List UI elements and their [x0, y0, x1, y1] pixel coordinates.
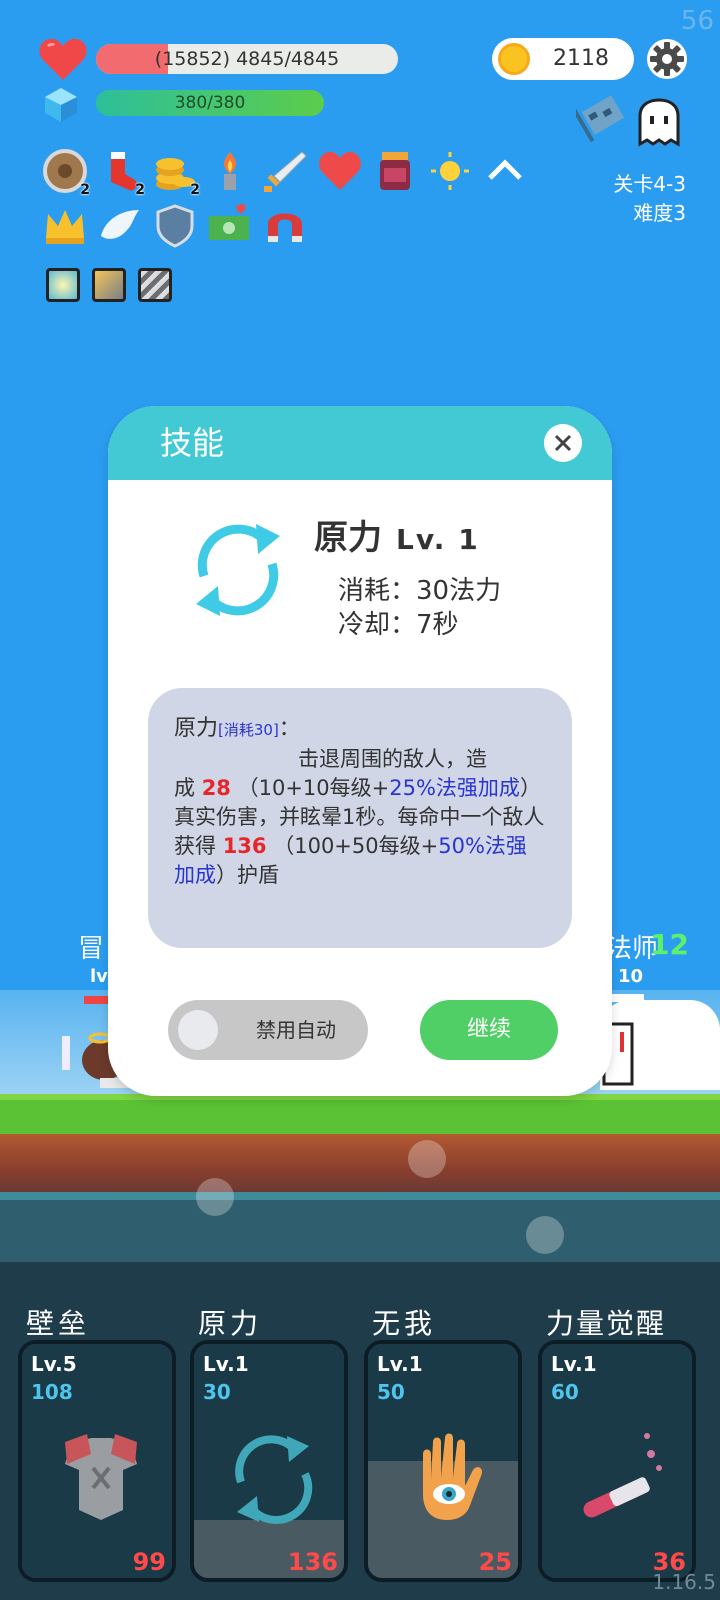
sword-icon[interactable]	[262, 148, 308, 194]
chip-row	[46, 268, 172, 302]
skill-label: 无我	[372, 1307, 437, 1340]
skill-card-mana: 60	[551, 1380, 579, 1404]
skill-label: 壁垒	[26, 1307, 91, 1340]
skill-card-level: Lv.1	[203, 1352, 249, 1376]
bubble	[408, 1140, 446, 1178]
skill-card-force[interactable]: Lv.1 30 136	[190, 1340, 348, 1582]
desc-p5: ）护盾	[216, 863, 279, 887]
skill-card-power-awaken[interactable]: Lv.1 60 36	[538, 1340, 696, 1582]
skill-title: 原力 Lv. 1	[314, 510, 480, 559]
settings-gear-icon[interactable]	[646, 38, 688, 80]
enemy-count: 12	[650, 928, 689, 961]
blade-chip-icon[interactable]	[138, 268, 172, 302]
hp-text: (15852) 4845/4845	[154, 48, 340, 70]
skill-card-mana: 50	[377, 1380, 405, 1404]
collapse-chevron-up-icon[interactable]	[482, 148, 528, 194]
skill-cost: 消耗：30法力	[338, 576, 502, 606]
coins-icon[interactable]: 2	[152, 148, 200, 198]
desc-p1: 成	[174, 776, 195, 800]
skill-card-value: 136	[287, 1548, 338, 1576]
light-chip-icon[interactable]	[46, 268, 80, 302]
skill-card-level: Lv.1	[377, 1352, 423, 1376]
desc-colon: ：	[278, 716, 300, 740]
mana-gem-icon	[45, 88, 77, 122]
flag-icon[interactable]	[576, 96, 630, 146]
stage-level: 关卡4-3	[613, 172, 686, 196]
armor-chip-icon[interactable]	[92, 268, 126, 302]
cash-icon[interactable]	[207, 202, 253, 248]
skill-label: 原力	[198, 1307, 263, 1340]
coin-icon	[498, 43, 530, 75]
toggle-label: 禁用自动	[256, 1018, 336, 1042]
enemy-level: 10	[618, 966, 644, 987]
shield-icon[interactable]	[152, 202, 198, 248]
jam-jar-icon[interactable]	[372, 148, 418, 194]
skill-description: 原力[消耗30]： 击退周围的敌人，造 成 28 （10+10每级+25%法强加…	[148, 688, 572, 948]
desc-p2: （10+10每级+	[237, 776, 390, 800]
toggle-knob[interactable]	[178, 1010, 218, 1050]
hero-level: lv	[90, 966, 108, 987]
stage-info: 关卡4-3 难度3	[613, 170, 686, 228]
armor-icon	[65, 1434, 137, 1520]
torch-icon[interactable]	[207, 148, 253, 194]
skill-card-level: Lv.5	[31, 1352, 77, 1376]
buff-row-2	[42, 202, 308, 248]
skill-card-value: 25	[478, 1548, 512, 1576]
fps-counter: 56	[680, 6, 714, 36]
ground-dirt	[0, 1134, 720, 1192]
skill-card-selfless[interactable]: Lv.1 50 25	[364, 1340, 522, 1582]
skill-label: 力量觉醒	[546, 1307, 667, 1340]
skill-stats: 消耗：30法力 冷却：7秒	[338, 574, 501, 642]
desc-cost-tag: [消耗30]	[218, 721, 279, 739]
skill-card-value: 99	[132, 1548, 166, 1576]
disable-auto-toggle[interactable]: 禁用自动	[168, 1000, 368, 1060]
desc-skill-name: 原力	[174, 716, 219, 741]
potion-icon	[583, 1433, 662, 1518]
skill-card-bulwark[interactable]: Lv.5 108 99	[18, 1340, 176, 1582]
buff-count: 2	[80, 182, 90, 198]
desc-shield-value: 136	[222, 834, 267, 858]
sock-icon[interactable]: 2	[97, 148, 145, 198]
buff-count: 2	[190, 182, 200, 198]
hp-bar: (15852) 4845/4845	[96, 44, 398, 74]
hand-eye-icon	[423, 1433, 483, 1520]
gold-counter: 2118	[492, 38, 634, 80]
skill-level: Lv. 1	[396, 523, 480, 556]
force-cycle-icon	[235, 1435, 313, 1524]
dialog-title: 技能	[108, 406, 612, 480]
skill-cooldown: 冷却：7秒	[338, 610, 459, 640]
hero-name: 冒	[78, 934, 105, 964]
desc-damage-value: 28	[201, 776, 231, 800]
skill-name: 原力	[314, 518, 382, 558]
skill-card-mana: 108	[31, 1380, 73, 1404]
desc-line1: 击退周围的敌人，造	[298, 747, 487, 771]
heart-icon[interactable]	[317, 148, 363, 194]
bubble	[526, 1216, 564, 1254]
skill-dialog: 技能 原力 Lv. 1 消耗：30法力 冷却：7秒 原力[消耗30]： 击退周围的…	[108, 406, 612, 1096]
mp-bar: 380/380	[96, 90, 324, 116]
magnet-icon[interactable]	[262, 202, 308, 248]
shield-wood-icon[interactable]: 2	[42, 148, 90, 198]
ghost-icon[interactable]	[634, 98, 684, 148]
skill-card-level: Lv.1	[551, 1352, 597, 1376]
close-icon[interactable]	[544, 424, 582, 462]
ground-water	[0, 1192, 720, 1262]
gold-amount: 2118	[553, 46, 609, 71]
version-label: 1.16.5	[652, 1570, 716, 1594]
desc-p4: （100+50每级+	[273, 834, 439, 858]
hp-heart-icon	[39, 38, 87, 80]
buff-count: 2	[135, 182, 145, 198]
sun-icon[interactable]	[427, 148, 473, 194]
skill-card-mana: 30	[203, 1380, 231, 1404]
bubble	[196, 1178, 234, 1216]
buff-row-1: 2 2 2	[42, 148, 528, 198]
stage-difficulty: 难度3	[633, 201, 686, 225]
ground-grass	[0, 1094, 720, 1134]
desc-damage-bonus: 25%法强加成	[389, 776, 520, 800]
mp-text: 380/380	[174, 93, 246, 113]
force-cycle-icon	[196, 524, 280, 616]
crown-icon[interactable]	[42, 202, 88, 248]
wing-icon[interactable]	[97, 202, 143, 248]
continue-button[interactable]: 继续	[420, 1000, 558, 1060]
